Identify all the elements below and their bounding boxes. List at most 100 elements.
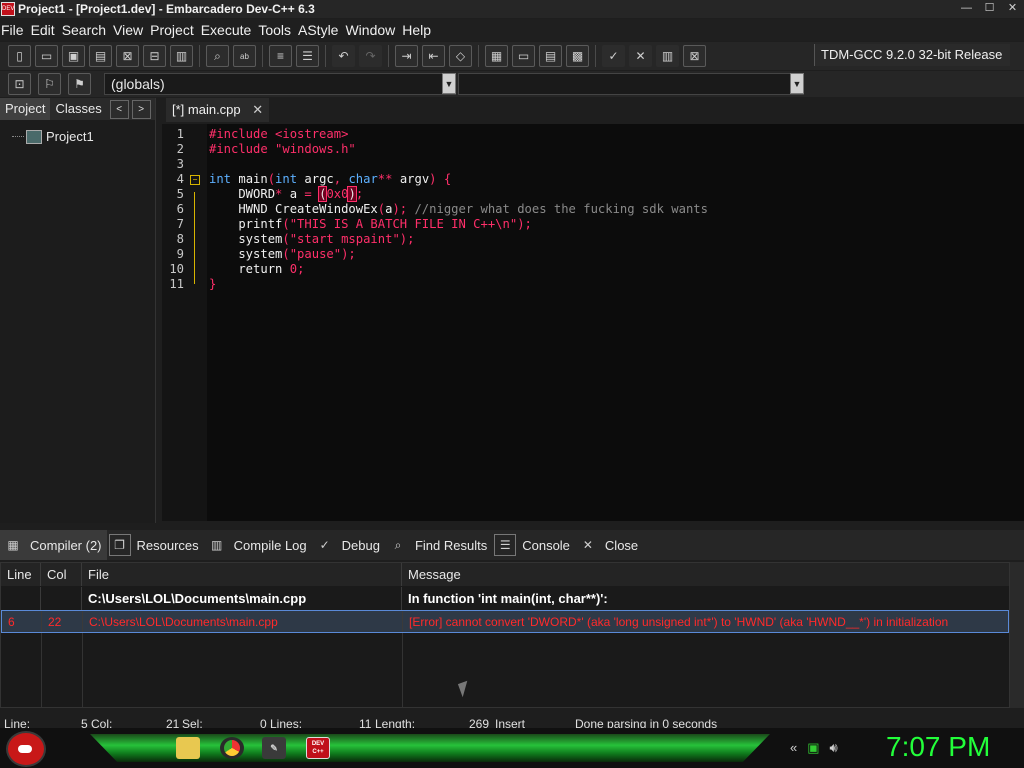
tab-console[interactable]: ☰ Console <box>492 530 575 560</box>
title-bar: DEV C++ Project1 - [Project1.dev] - Emba… <box>0 0 1024 18</box>
undo-icon[interactable]: ↶ <box>332 45 355 67</box>
function-select[interactable] <box>458 73 804 95</box>
menu-project[interactable]: Project <box>150 22 201 38</box>
close-icon[interactable]: ⊠ <box>116 45 139 67</box>
run-icon[interactable]: ▭ <box>512 45 535 67</box>
menu-execute[interactable]: Execute <box>201 22 259 38</box>
column-divider <box>82 633 83 707</box>
console-icon: ☰ <box>494 534 517 556</box>
bookmark-toggle-icon[interactable]: ⚐ <box>38 73 61 95</box>
volume-icon[interactable]: 🔊︎ <box>830 740 838 756</box>
compiler-select[interactable]: TDM-GCC 9.2.0 32-bit Release <box>814 44 1010 66</box>
scope-select[interactable]: (globals) <box>104 73 456 95</box>
tab-compile-log-label: Compile Log <box>233 537 307 553</box>
status-line: 5 <box>81 717 88 728</box>
fold-toggle-icon[interactable]: − <box>190 175 200 185</box>
close-tab-icon[interactable]: ✕ <box>252 102 263 117</box>
redo-icon[interactable]: ↷ <box>359 45 382 67</box>
bookmark-list-icon[interactable]: ⚑ <box>68 73 91 95</box>
line-number: 11 <box>169 277 184 291</box>
code-editor[interactable]: 1 #include <iostream> 2 #include "windows.… <box>162 124 1024 521</box>
status-length: 269 <box>469 717 490 728</box>
toolbar-separator <box>325 45 326 67</box>
cell-message: [Error] cannot convert 'DWORD*' (aka 'lo… <box>409 615 949 629</box>
maximize-button[interactable]: ☐ <box>978 2 1001 16</box>
start-button[interactable] <box>6 731 46 767</box>
tab-compile-log[interactable]: ▥ Compile Log <box>204 530 312 560</box>
fold-line <box>194 192 195 284</box>
indent-icon[interactable]: ≡ <box>269 45 292 67</box>
find-icon[interactable]: ⌕ <box>206 45 229 67</box>
paint-icon[interactable]: ✎ <box>262 737 286 759</box>
menu-help[interactable]: Help <box>402 22 438 38</box>
replace-icon[interactable]: ab <box>233 45 256 67</box>
new-file-icon[interactable]: ▯ <box>8 45 31 67</box>
profile-icon[interactable]: ▥ <box>656 45 679 67</box>
devcpp-taskbar-icon[interactable]: DEV C++ <box>306 737 330 759</box>
open-icon[interactable]: ▭ <box>35 45 58 67</box>
unindent-icon[interactable]: ☰ <box>296 45 319 67</box>
table-row-error[interactable]: 6 22 C:\Users\LOL\Documents\main.cpp [Er… <box>1 610 1009 633</box>
status-line-label: Line: <box>4 717 31 728</box>
menu-astyle[interactable]: AStyle <box>298 22 345 38</box>
header-file[interactable]: File <box>82 563 402 586</box>
tab-compiler-label: Compiler (2) <box>30 537 102 553</box>
menu-file[interactable]: File <box>1 22 31 38</box>
status-mode: Insert <box>495 717 526 728</box>
menu-bar: File Edit Search View Project Execute To… <box>0 19 1024 41</box>
folder-icon[interactable] <box>176 737 200 759</box>
project-tree-item[interactable]: Project1 <box>12 129 94 144</box>
debug-stop-icon[interactable]: ⊠ <box>683 45 706 67</box>
toolbar-separator <box>262 45 263 67</box>
network-icon[interactable]: ▣ <box>807 740 819 756</box>
rebuild-icon[interactable]: ▩ <box>566 45 589 67</box>
tab-resources[interactable]: ❐ Resources <box>107 530 204 560</box>
menu-window[interactable]: Window <box>345 22 402 38</box>
tab-debug[interactable]: ✓ Debug <box>312 530 385 560</box>
print-icon[interactable]: ▥ <box>170 45 193 67</box>
close-window-button[interactable]: ✕ <box>1001 2 1024 16</box>
tab-find-results[interactable]: ⌕ Find Results <box>385 530 492 560</box>
bookmark-icon[interactable]: ⇤ <box>422 45 445 67</box>
tray-expand-icon[interactable]: « <box>790 740 797 756</box>
header-message[interactable]: Message <box>402 563 1009 586</box>
window-title: Project1 - [Project1.dev] - Embarcadero … <box>18 2 315 16</box>
close-all-icon[interactable]: ⊟ <box>143 45 166 67</box>
comment-icon[interactable]: ◇ <box>449 45 472 67</box>
menu-view[interactable]: View <box>113 22 150 38</box>
tab-compiler[interactable]: ▦ Compiler (2) <box>0 530 107 560</box>
compile-run-icon[interactable]: ▤ <box>539 45 562 67</box>
code-text: return 0; <box>209 262 305 276</box>
status-length-label: Length: <box>375 717 416 728</box>
save-icon[interactable]: ▣ <box>62 45 85 67</box>
line-number: 10 <box>169 262 184 276</box>
tab-project[interactable]: Project <box>0 98 51 120</box>
menu-tools[interactable]: Tools <box>258 22 298 38</box>
stop-icon[interactable]: ✕ <box>629 45 652 67</box>
menu-search[interactable]: Search <box>62 22 113 38</box>
vertical-scrollbar[interactable] <box>1010 562 1024 708</box>
chevron-left-icon[interactable]: < <box>109 99 129 119</box>
header-line[interactable]: Line <box>1 563 41 586</box>
tab-close[interactable]: ✕ Close <box>575 530 643 560</box>
class-browse-icon[interactable]: ⊡ <box>8 73 31 95</box>
chevron-down-icon[interactable]: ▼ <box>790 73 804 94</box>
minimize-button[interactable]: — <box>955 2 978 16</box>
save-all-icon[interactable]: ▤ <box>89 45 112 67</box>
header-col[interactable]: Col <box>41 563 82 586</box>
cell-col <box>41 587 82 610</box>
chevron-down-icon[interactable]: ▼ <box>442 73 456 94</box>
clock[interactable]: 7:07 PM <box>886 731 990 763</box>
goto-icon[interactable]: ⇥ <box>395 45 418 67</box>
chrome-icon[interactable] <box>220 737 244 759</box>
compile-icon[interactable]: ▦ <box>485 45 508 67</box>
menu-edit[interactable]: Edit <box>31 22 62 38</box>
check-icon[interactable]: ✓ <box>602 45 625 67</box>
chevron-right-icon[interactable]: > <box>131 99 151 119</box>
tab-resources-label: Resources <box>136 537 199 553</box>
tab-classes[interactable]: Classes <box>50 98 106 120</box>
cell-line <box>1 587 41 610</box>
tab-main-cpp[interactable]: [*] main.cpp ✕ <box>166 98 270 122</box>
table-row[interactable]: C:\Users\LOL\Documents\main.cpp In funct… <box>1 587 1009 610</box>
devcpp-app-icon: DEV C++ <box>1 2 15 16</box>
